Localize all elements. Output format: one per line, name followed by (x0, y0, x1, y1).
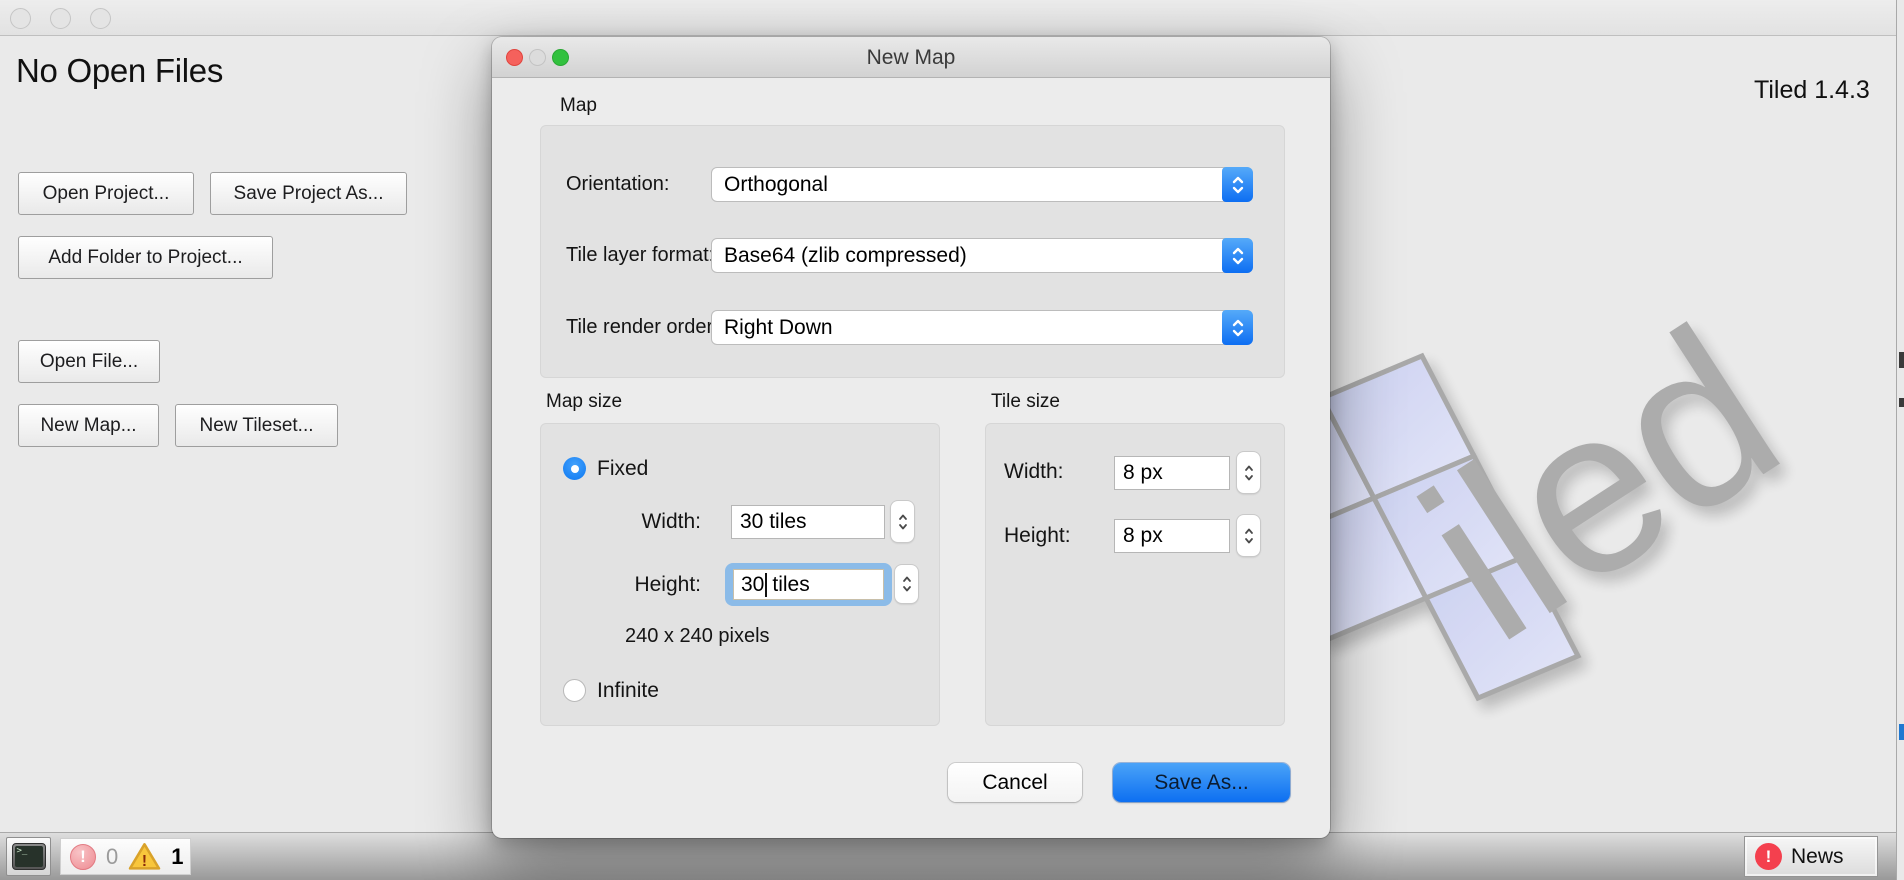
cancel-button[interactable]: Cancel (948, 763, 1082, 802)
map-height-value: 30 (741, 573, 764, 597)
background-window-fragment (1899, 724, 1904, 740)
background-window-fragment (1899, 352, 1904, 368)
warning-count: 1 (171, 844, 183, 870)
tile-layer-format-label: Tile layer format: (566, 238, 714, 273)
traffic-light-close-icon[interactable] (10, 8, 31, 29)
background-window-fragment (1899, 398, 1904, 407)
terminal-icon: >_ (12, 843, 46, 870)
dialog-titlebar[interactable]: New Map (492, 37, 1330, 78)
orientation-value: Orthogonal (712, 168, 828, 201)
screen: No Open Files Tiled 1.4.3 Open Project..… (0, 0, 1904, 880)
tile-height-stepper[interactable] (1237, 515, 1260, 556)
map-size-group-box: Fixed Width: 30 tiles Height: 30 tiles 2… (540, 423, 940, 726)
fixed-radio[interactable] (563, 457, 586, 480)
news-button-label: News (1791, 845, 1844, 869)
traffic-light-zoom-icon[interactable] (90, 8, 111, 29)
map-height-stepper[interactable] (895, 565, 918, 603)
tile-layer-format-value: Base64 (zlib compressed) (712, 239, 967, 272)
combobox-chevrons-icon (1222, 310, 1253, 345)
fixed-radio-label: Fixed (597, 457, 648, 480)
tile-width-input[interactable]: 8 px (1114, 456, 1230, 490)
main-window-titlebar[interactable] (0, 0, 1896, 36)
map-height-label: Height: (561, 563, 701, 606)
map-width-input[interactable]: 30 tiles (731, 505, 885, 539)
tile-width-stepper[interactable] (1237, 452, 1260, 493)
map-size-group-label: Map size (546, 391, 622, 413)
open-file-button[interactable]: Open File... (18, 340, 160, 383)
news-alert-icon: ! (1755, 843, 1782, 870)
traffic-light-minimize-icon[interactable] (50, 8, 71, 29)
new-map-button[interactable]: New Map... (18, 404, 159, 447)
background-window-edge (1896, 0, 1904, 880)
tile-layer-format-select[interactable]: Base64 (zlib compressed) (711, 238, 1253, 273)
warning-icon: ! (128, 842, 161, 871)
map-height-input[interactable]: 30 tiles (733, 569, 884, 600)
new-map-dialog: New Map Map Orientation: Orthogonal Tile… (492, 37, 1330, 838)
map-width-stepper[interactable] (891, 501, 914, 542)
infinite-radio[interactable] (563, 679, 586, 702)
map-width-value: 30 tiles (740, 510, 807, 534)
version-label: Tiled 1.4.3 (1754, 76, 1870, 105)
new-tileset-button[interactable]: New Tileset... (175, 404, 338, 447)
console-button[interactable]: >_ (6, 837, 51, 876)
error-icon: ! (70, 844, 96, 870)
tile-render-order-select[interactable]: Right Down (711, 310, 1253, 345)
pixel-size-summary: 240 x 240 pixels (625, 625, 770, 648)
open-project-button[interactable]: Open Project... (18, 172, 194, 215)
tile-size-group-label: Tile size (991, 391, 1060, 413)
tile-height-value: 8 px (1123, 524, 1163, 548)
orientation-select[interactable]: Orthogonal (711, 167, 1253, 202)
dialog-title: New Map (492, 37, 1330, 78)
map-group-label: Map (560, 95, 597, 117)
tile-width-value: 8 px (1123, 461, 1163, 485)
error-count: 0 (106, 844, 118, 870)
save-as-button[interactable]: Save As... (1113, 763, 1290, 802)
tile-size-group-box: Width: 8 px Height: 8 px (985, 423, 1285, 726)
add-folder-to-project-button[interactable]: Add Folder to Project... (18, 236, 273, 279)
tile-render-order-label: Tile render order: (566, 310, 719, 345)
terminal-screen: >_ (15, 846, 43, 867)
tile-height-input[interactable]: 8 px (1114, 519, 1230, 553)
warning-glyph: ! (142, 853, 147, 870)
tile-width-label: Width: (1004, 454, 1064, 489)
tile-height-label: Height: (1004, 518, 1071, 553)
status-bar: >_ ! 0 ! 1 ! News (0, 832, 1896, 880)
text-cursor (765, 573, 767, 597)
combobox-chevrons-icon (1222, 167, 1253, 202)
map-height-focus-ring: 30 tiles (725, 563, 892, 606)
combobox-chevrons-icon (1222, 238, 1253, 273)
orientation-label: Orientation: (566, 167, 669, 202)
news-button[interactable]: ! News (1744, 836, 1878, 877)
issues-panel[interactable]: ! 0 ! 1 (60, 838, 191, 875)
save-project-as-button[interactable]: Save Project As... (210, 172, 407, 215)
infinite-radio-label: Infinite (597, 679, 659, 702)
tile-render-order-value: Right Down (712, 311, 833, 344)
map-height-unit: tiles (772, 573, 809, 597)
map-group-box: Orientation: Orthogonal Tile layer forma… (540, 125, 1285, 378)
map-width-label: Width: (561, 505, 701, 539)
page-title: No Open Files (16, 52, 223, 90)
